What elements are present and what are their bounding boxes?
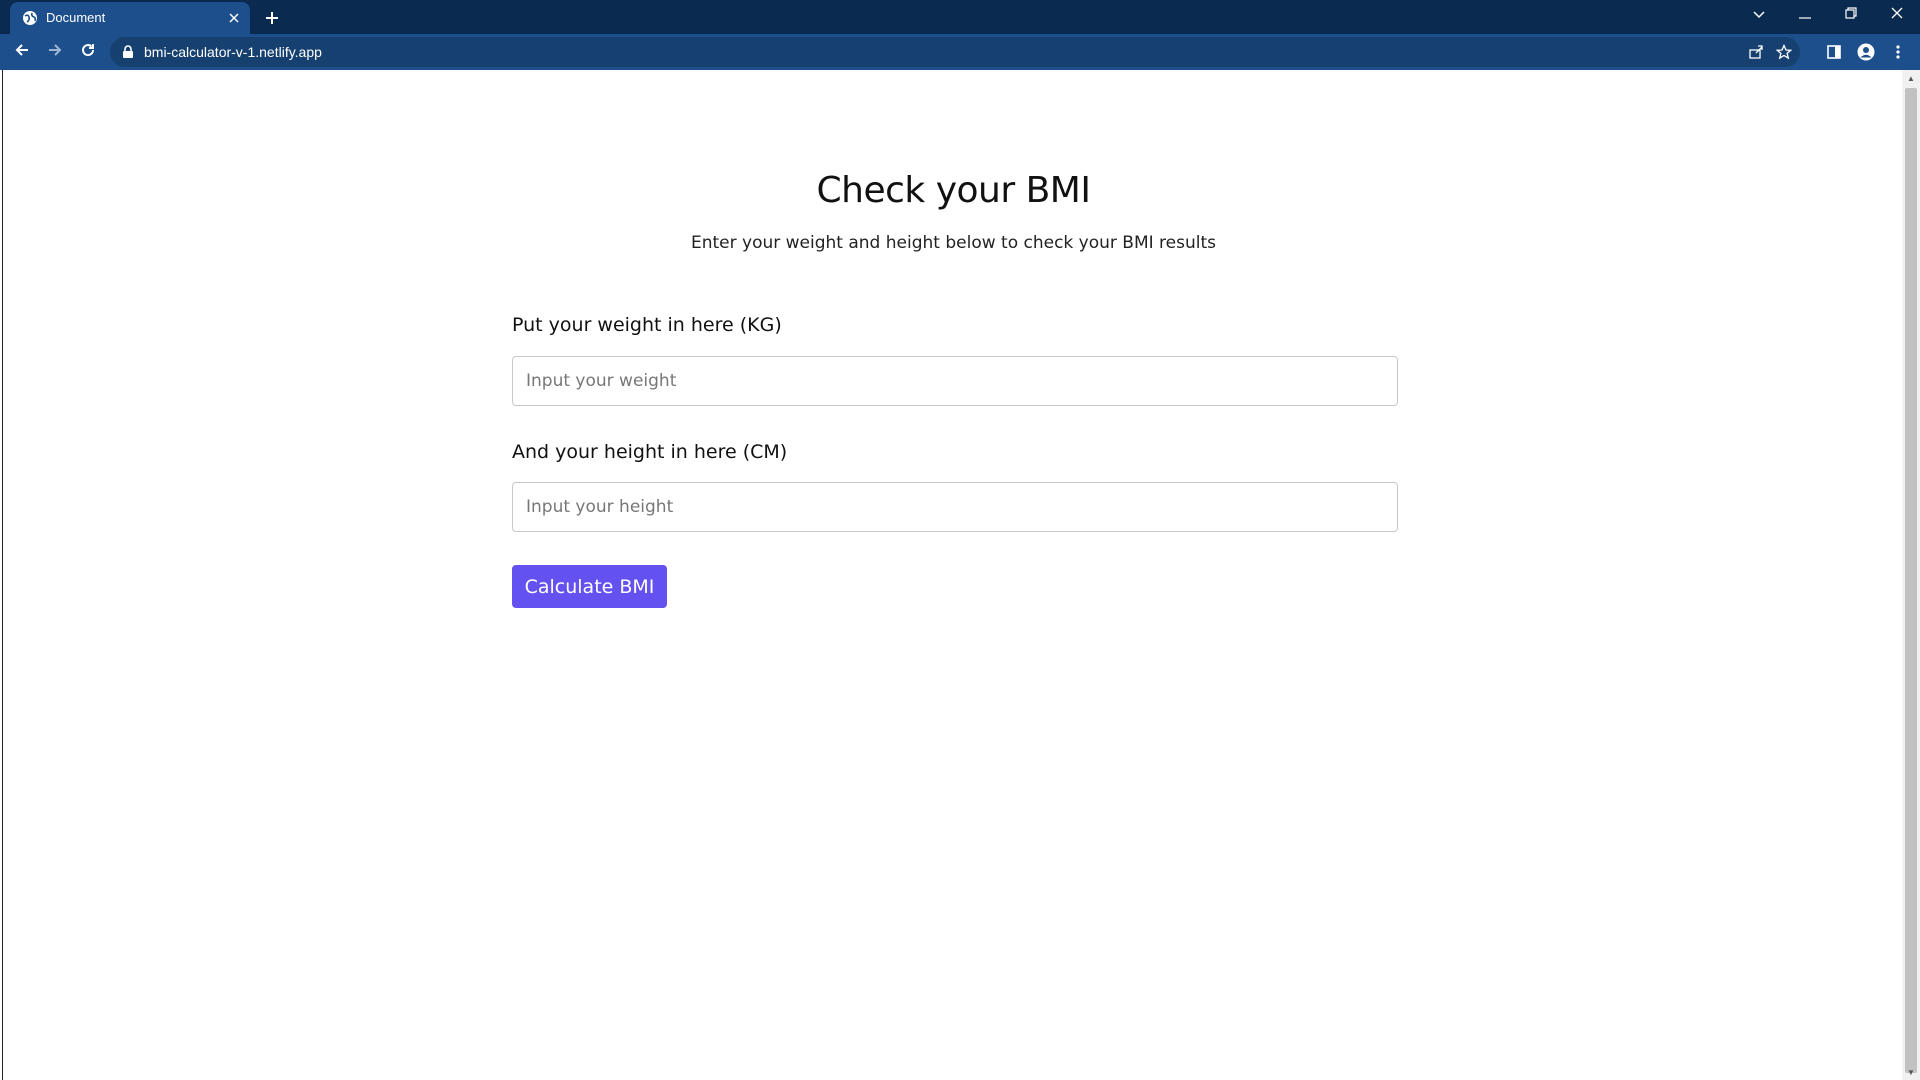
height-label: And your height in here (CM)	[512, 441, 788, 463]
reload-button[interactable]	[74, 38, 102, 66]
address-bar[interactable]: bmi-calculator-v-1.netlify.app	[110, 37, 1800, 67]
calculate-bmi-button[interactable]: Calculate BMI	[512, 565, 667, 608]
side-panel-icon[interactable]	[1822, 40, 1846, 64]
close-window-button[interactable]	[1874, 0, 1920, 30]
restore-icon	[1845, 6, 1857, 24]
tab-document[interactable]: Document	[10, 2, 250, 34]
lock-icon[interactable]	[122, 45, 136, 59]
close-icon	[1891, 6, 1903, 24]
scroll-thumb[interactable]	[1905, 88, 1917, 1073]
minimize-button[interactable]	[1782, 0, 1828, 30]
reload-icon	[80, 42, 96, 63]
tab-title: Document	[46, 10, 106, 25]
browser-toolbar: bmi-calculator-v-1.netlify.app	[0, 34, 1920, 70]
plus-icon	[265, 5, 279, 31]
weight-label: Put your weight in here (KG)	[512, 314, 782, 336]
tab-search-button[interactable]	[1736, 0, 1782, 30]
star-icon[interactable]	[1772, 40, 1796, 64]
profile-icon[interactable]	[1854, 40, 1878, 64]
back-icon	[14, 42, 30, 63]
minimize-icon	[1799, 6, 1811, 24]
back-button[interactable]	[8, 38, 36, 66]
page-viewport: Check your BMI Enter your weight and hei…	[2, 70, 1902, 1080]
page-title: Check your BMI	[816, 170, 1091, 211]
tab-strip: Document	[0, 0, 1920, 34]
forward-icon	[47, 42, 63, 63]
browser-window: Document bmi-calculator-v-1.netlify.app …	[0, 0, 1920, 1080]
restore-button[interactable]	[1828, 0, 1874, 30]
chevron-down-icon	[1753, 6, 1765, 24]
url-text: bmi-calculator-v-1.netlify.app	[144, 44, 322, 60]
weight-input[interactable]	[512, 356, 1398, 406]
scroll-down-icon[interactable]: ▼	[1902, 1064, 1920, 1080]
share-icon[interactable]	[1744, 40, 1768, 64]
scroll-up-icon[interactable]: ▲	[1902, 70, 1920, 86]
globe-icon	[22, 10, 38, 26]
page-subtitle: Enter your weight and height below to ch…	[690, 233, 1217, 253]
height-input[interactable]	[512, 482, 1398, 532]
menu-icon[interactable]	[1886, 40, 1910, 64]
vertical-scrollbar[interactable]: ▲ ▼	[1902, 70, 1920, 1080]
new-tab-button[interactable]	[258, 4, 286, 32]
close-icon[interactable]	[224, 8, 244, 28]
forward-button[interactable]	[41, 38, 69, 66]
